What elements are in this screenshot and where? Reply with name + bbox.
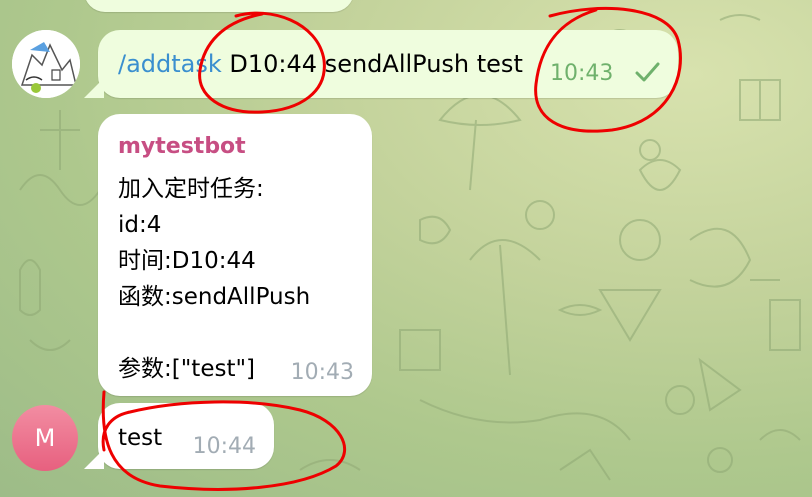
avatar-letter: M [34,424,56,452]
avatar[interactable]: M [12,405,78,471]
check-icon [635,62,660,82]
bot-message-line: 加入定时任务: [118,176,264,202]
message-list[interactable]: /addtask D10:44 sendAllPush test 10:43 m… [0,0,812,497]
message-text: test [118,425,163,451]
message-text: /addtask D10:44 sendAllPush test [118,50,523,78]
bot-message-text: 加入定时任务: id:4 时间:D10:44 函数:sendAllPush 参数… [118,171,310,387]
previous-message-bubble[interactable] [84,0,354,12]
bot-command-link[interactable]: /addtask [118,50,222,78]
bot-message-line: 时间:D10:44 [118,248,256,274]
bubble-tail [84,449,104,469]
bot-message-line: id:4 [118,212,162,238]
message-time: 10:44 [192,434,256,459]
message-time: 10:43 [550,61,614,86]
bot-message-line: 函数:sendAllPush [118,284,311,310]
avatar[interactable] [12,30,80,98]
bot-message-line: 参数:["test"] [118,356,256,382]
bot-message-line [118,315,310,351]
bubble-tail [84,78,104,98]
avatar-drawing-icon [12,30,80,98]
sender-name[interactable]: mytestbot [118,134,246,159]
incoming-bot-message-bubble[interactable]: mytestbot 加入定时任务: id:4 时间:D10:44 函数:send… [98,114,372,396]
message-time: 10:43 [290,360,354,385]
incoming-message-bubble[interactable]: test 10:44 [84,403,274,469]
message-text-rest: D10:44 sendAllPush test [221,50,523,78]
